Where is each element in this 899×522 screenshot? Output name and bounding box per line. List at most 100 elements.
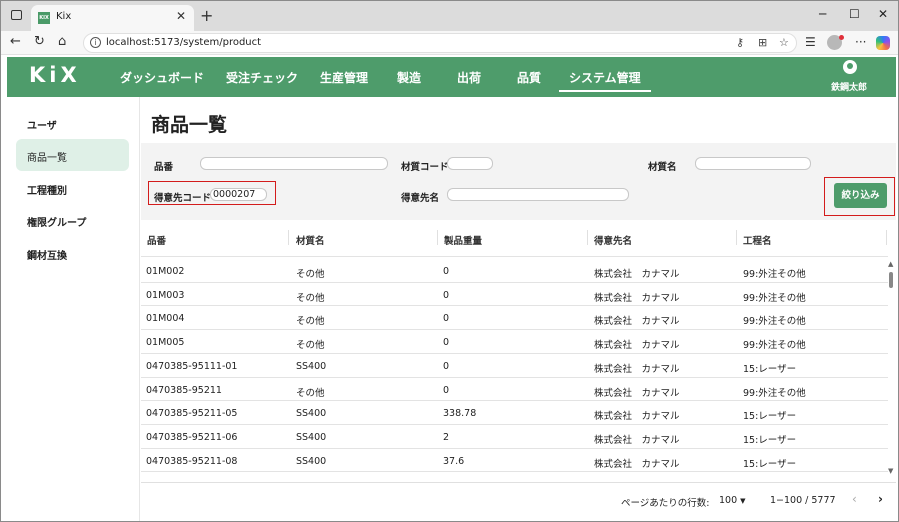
browser-tab[interactable]: KIX Kix ✕ (31, 5, 194, 31)
user-icon[interactable] (843, 60, 857, 74)
cell-customer-name: 株式会社 カナマル (594, 340, 680, 352)
back-icon[interactable]: ← (10, 34, 21, 49)
copilot-icon[interactable] (876, 36, 890, 50)
cell-process-name: 99:外注その他 (743, 292, 806, 304)
table-row[interactable]: 0470385-95211-05 SS400 338.78 株式会社 カナマル 15:レ… (141, 401, 888, 424)
cell-weight: 0 (443, 360, 450, 372)
app-logo[interactable]: KiX (29, 63, 81, 87)
cell-product-no: 01M005 (146, 337, 185, 349)
cell-product-no: 01M003 (146, 289, 185, 301)
customer-code-label: 得意先コード (154, 193, 212, 204)
table-row[interactable]: 0470385-95211-08 SS400 37.6 株式会社 カナマル 15:レーザ… (141, 449, 888, 472)
header-divider (141, 256, 888, 257)
home-icon[interactable]: ⌂ (58, 34, 66, 49)
cell-weight: 0 (443, 337, 450, 349)
table-scrollbar[interactable]: ▲ ▼ (886, 260, 896, 482)
table-row[interactable]: 0470385-95211-06 SS400 2 株式会社 カナマル 15:レーザー (141, 425, 888, 448)
reader-icon[interactable]: ⊞ (758, 36, 767, 49)
nav-dashboard[interactable]: ダッシュボード (120, 69, 204, 86)
nav-quality[interactable]: 品質 (517, 69, 541, 86)
url-input[interactable]: i localhost:5173/system/product ⚷ ⊞ ☆ (83, 33, 797, 53)
prev-page-icon[interactable]: ‹ (852, 492, 857, 506)
minimize-icon[interactable]: ─ (819, 7, 826, 21)
cell-customer-name: 株式会社 カナマル (594, 316, 680, 328)
sidebar-item-products[interactable]: 商品一覧 (16, 139, 129, 171)
app-header: KiX ダッシュボード 受注チェック 生産管理 製造 出荷 品質 システム管理 … (7, 57, 896, 97)
cell-material-name: SS400 (296, 455, 327, 467)
sidebar-item-permission-groups[interactable]: 権限グループ (16, 204, 129, 236)
cell-process-name: 99:外注その他 (743, 340, 806, 352)
scroll-up-icon[interactable]: ▲ (888, 260, 893, 268)
tab-title: Kix (56, 11, 72, 22)
refresh-icon[interactable]: ↻ (34, 34, 45, 49)
cell-product-no: 0470385-95211-05 (146, 408, 238, 420)
table-row[interactable]: 0470385-95111-01 SS400 0 株式会社 カナマル 15:レーザー (141, 354, 888, 377)
filter-panel: 品番 材質コード 材質名 得意先コード 0000207 得意先名 (141, 143, 896, 220)
rows-per-page-value[interactable]: 100 (719, 495, 737, 506)
cell-product-no: 0470385-95111-01 (146, 360, 238, 372)
column-header-product-no[interactable]: 品番 (147, 233, 166, 247)
favorite-icon[interactable]: ☆ (779, 36, 789, 49)
cell-process-name: 99:外注その他 (743, 269, 806, 280)
nav-manufacturing[interactable]: 製造 (397, 69, 421, 86)
nav-order-check[interactable]: 受注チェック (226, 69, 298, 86)
next-page-icon[interactable]: › (878, 492, 883, 506)
cell-weight: 2 (443, 431, 450, 443)
product-no-input[interactable] (200, 157, 388, 170)
column-header-process-name[interactable]: 工程名 (743, 233, 772, 247)
main-content: 商品一覧 品番 材質コード 材質名 得意先コード 0000207 得意先名 絞り… (141, 97, 896, 521)
cell-product-no: 0470385-95211 (146, 384, 222, 396)
cell-material-name: SS400 (296, 408, 327, 420)
nav-system[interactable]: システム管理 (569, 69, 641, 86)
sidebar: ユーザ 商品一覧 工程種別 権限グループ 鋼材互換 (7, 97, 140, 521)
more-icon[interactable]: ··· (855, 35, 866, 49)
active-nav-indicator (559, 90, 651, 92)
cell-weight: 0 (443, 384, 450, 396)
table-row[interactable]: 01M005 その他 0 株式会社 カナマル 99:外注その他 (141, 330, 888, 353)
sidebar-item-steel-compat[interactable]: 鋼材互換 (16, 237, 129, 269)
cell-product-no: 01M004 (146, 313, 185, 325)
column-header-customer-name[interactable]: 得意先名 (594, 233, 632, 247)
window-close-icon[interactable]: ✕ (878, 7, 888, 21)
table-row[interactable]: 0470385-95211 その他 0 株式会社 カナマル 99:外注その他 (141, 378, 888, 401)
rows-per-page-label: ページあたりの行数: (621, 498, 710, 509)
table-row[interactable]: 01M002 その他 0 株式会社 カナマル 99:外注その他 (141, 259, 888, 282)
scroll-down-icon[interactable]: ▼ (888, 467, 893, 475)
close-icon[interactable]: ✕ (176, 9, 186, 23)
table-row[interactable]: 01M004 その他 0 株式会社 カナマル 99:外注その他 (141, 306, 888, 329)
filter-button[interactable]: 絞り込み (834, 183, 887, 208)
info-icon[interactable]: i (90, 37, 101, 48)
column-separator (437, 230, 438, 245)
sidebar-item-users[interactable]: ユーザ (16, 107, 129, 139)
cell-process-name: 15:レーザー (743, 363, 797, 375)
url-text[interactable]: localhost:5173/system/product (106, 37, 261, 48)
rows-per-page-select[interactable]: 100 ▼ (719, 495, 746, 506)
scroll-thumb[interactable] (889, 272, 893, 288)
column-header-weight[interactable]: 製品重量 (444, 233, 482, 247)
cell-product-no: 01M002 (146, 266, 185, 277)
sidebar-item-process-types[interactable]: 工程種別 (16, 172, 129, 204)
table-row[interactable]: 01M003 その他 0 株式会社 カナマル 99:外注その他 (141, 283, 888, 306)
row-divider (141, 471, 888, 473)
cell-material-name: SS400 (296, 360, 327, 372)
material-name-input[interactable] (695, 157, 811, 170)
customer-code-input[interactable]: 0000207 (210, 188, 267, 201)
material-code-input[interactable] (447, 157, 493, 170)
maximize-icon[interactable]: ☐ (849, 7, 860, 21)
cell-process-name: 99:外注その他 (743, 387, 806, 399)
user-name[interactable]: 鉄鋼太郎 (831, 80, 867, 93)
nav-shipping[interactable]: 出荷 (457, 69, 481, 86)
page-title: 商品一覧 (151, 114, 228, 136)
material-name-label: 材質名 (648, 162, 677, 173)
tabs-icon[interactable] (11, 10, 22, 20)
cell-process-name: 15:レーザー (743, 411, 797, 423)
key-icon[interactable]: ⚷ (736, 36, 744, 49)
customer-name-input[interactable] (447, 188, 629, 201)
chevron-down-icon: ▼ (740, 497, 746, 505)
cell-weight: 37.6 (443, 455, 465, 467)
favorites-icon[interactable]: ☰ (805, 35, 816, 49)
column-header-material-name[interactable]: 材質名 (296, 233, 325, 247)
new-tab-icon[interactable]: + (200, 6, 213, 25)
nav-production[interactable]: 生産管理 (320, 69, 368, 86)
cell-weight: 0 (443, 289, 450, 301)
